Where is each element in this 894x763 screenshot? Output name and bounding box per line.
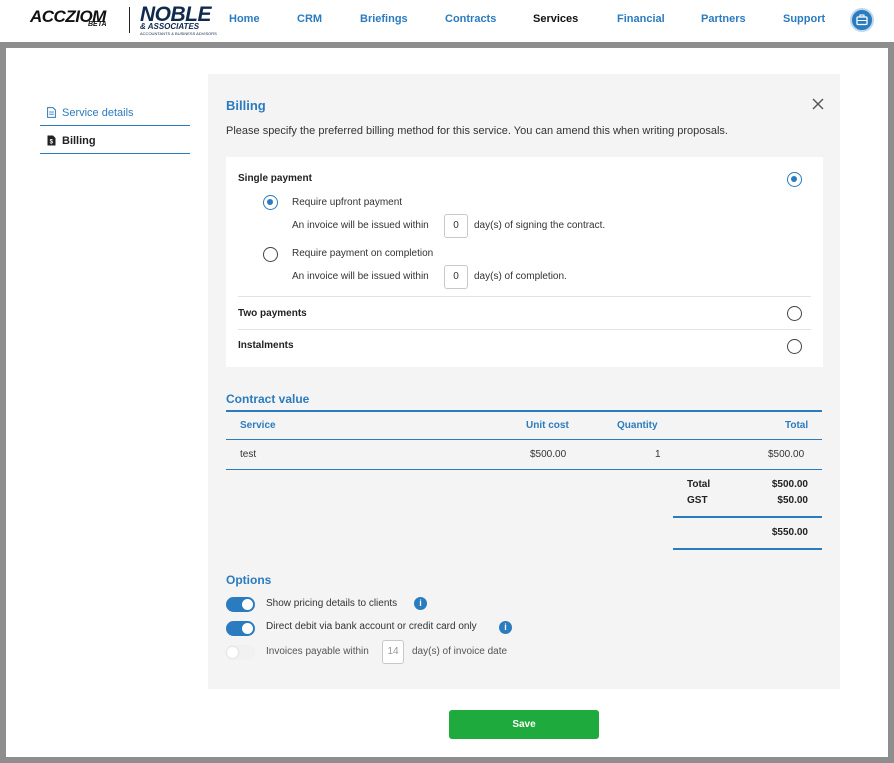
completion-payment-label: Require payment on completion (292, 248, 434, 259)
document-icon (47, 107, 56, 118)
col-header-unit-cost: Unit cost (526, 420, 569, 431)
content-frame: Service details $ Billing Billing Please… (0, 42, 894, 763)
sidebar-item-billing[interactable]: $ Billing (40, 126, 190, 154)
nav-partners[interactable]: Partners (701, 13, 746, 25)
toggle-knob (242, 599, 253, 610)
nav-briefings[interactable]: Briefings (360, 13, 408, 25)
billing-method-box: Single payment Require upfront payment A… (226, 157, 823, 367)
cell-total: $500.00 (768, 449, 805, 460)
cell-service: test (240, 449, 257, 460)
single-payment-radio[interactable] (787, 172, 802, 187)
nav-crm[interactable]: CRM (297, 13, 322, 25)
col-header-total: Total (785, 420, 809, 431)
info-icon[interactable]: i (499, 621, 512, 634)
totals-rule (673, 516, 822, 518)
two-payments-label: Two payments (238, 308, 307, 319)
content-area: Service details $ Billing Billing Please… (6, 48, 888, 757)
top-navigation: ACCZIOM BETA NOBLE & ASSOCIATES ACCOUNTA… (0, 0, 894, 42)
info-icon[interactable]: i (414, 597, 427, 610)
grand-total-value: $550.00 (771, 527, 808, 538)
nav-financial[interactable]: Financial (617, 13, 665, 25)
upfront-note-prefix: An invoice will be issued within (292, 220, 429, 231)
logo-divider (129, 7, 130, 33)
divider (238, 329, 811, 330)
cell-quantity: 1 (655, 449, 661, 460)
options-title: Options (226, 573, 272, 587)
show-pricing-label: Show pricing details to clients (266, 598, 398, 609)
gst-value: $50.00 (777, 495, 808, 506)
total-value: $500.00 (771, 479, 808, 490)
instalments-radio[interactable] (787, 339, 802, 354)
invoices-payable-prefix: Invoices payable within (266, 646, 369, 657)
completion-payment-radio[interactable] (263, 247, 278, 262)
billing-panel: Billing Please specify the preferred bil… (208, 74, 840, 689)
sidebar-item-label: Service details (62, 107, 134, 119)
instalments-label: Instalments (238, 340, 294, 351)
gst-label: GST (687, 495, 708, 506)
invoices-payable-suffix: day(s) of invoice date (412, 646, 508, 657)
table-row-rule (226, 469, 822, 470)
divider (238, 296, 811, 297)
sidebar-item-service-details[interactable]: Service details (40, 98, 190, 126)
completion-days-input[interactable]: 0 (444, 265, 468, 289)
cell-unit-cost: $500.00 (530, 449, 567, 460)
total-label: Total (687, 479, 711, 490)
single-payment-label: Single payment (238, 173, 312, 184)
col-header-quantity: Quantity (617, 420, 658, 431)
direct-debit-label: Direct debit via bank account or credit … (266, 621, 477, 632)
table-header-rule (226, 439, 822, 440)
panel-title: Billing (226, 98, 266, 113)
nav-services[interactable]: Services (533, 13, 578, 25)
invoice-icon: $ (47, 135, 56, 146)
toggle-knob (242, 623, 253, 634)
completion-note-prefix: An invoice will be issued within (292, 271, 429, 282)
sidebar-item-label: Billing (62, 135, 96, 147)
briefcase-icon[interactable] (850, 8, 874, 32)
two-payments-radio[interactable] (787, 306, 802, 321)
partner-logo-tagline: ACCOUNTANTS & BUSINESS ADVISORS (140, 31, 217, 36)
direct-debit-toggle[interactable] (226, 621, 255, 636)
invoice-days-input[interactable]: 14 (382, 640, 404, 664)
invoices-payable-toggle[interactable] (226, 645, 255, 660)
save-button[interactable]: Save (449, 710, 599, 739)
nav-contracts[interactable]: Contracts (445, 13, 496, 25)
upfront-note-suffix: day(s) of signing the contract. (474, 220, 606, 231)
beta-badge: BETA (88, 21, 107, 28)
totals-bottom-rule (673, 548, 822, 550)
close-icon[interactable] (810, 96, 826, 112)
panel-description: Please specify the preferred billing met… (226, 125, 728, 137)
upfront-days-input[interactable]: 0 (444, 214, 468, 238)
contract-value-title: Contract value (226, 392, 310, 406)
nav-support[interactable]: Support (783, 13, 825, 25)
table-top-rule (226, 410, 822, 412)
col-header-service: Service (240, 420, 276, 431)
toggle-knob (227, 647, 238, 658)
show-pricing-toggle[interactable] (226, 597, 255, 612)
completion-note-suffix: day(s) of completion. (474, 271, 567, 282)
partner-logo-sub: & ASSOCIATES (140, 22, 200, 31)
upfront-payment-radio[interactable] (263, 195, 278, 210)
nav-home[interactable]: Home (229, 13, 260, 25)
upfront-payment-label: Require upfront payment (292, 197, 403, 208)
